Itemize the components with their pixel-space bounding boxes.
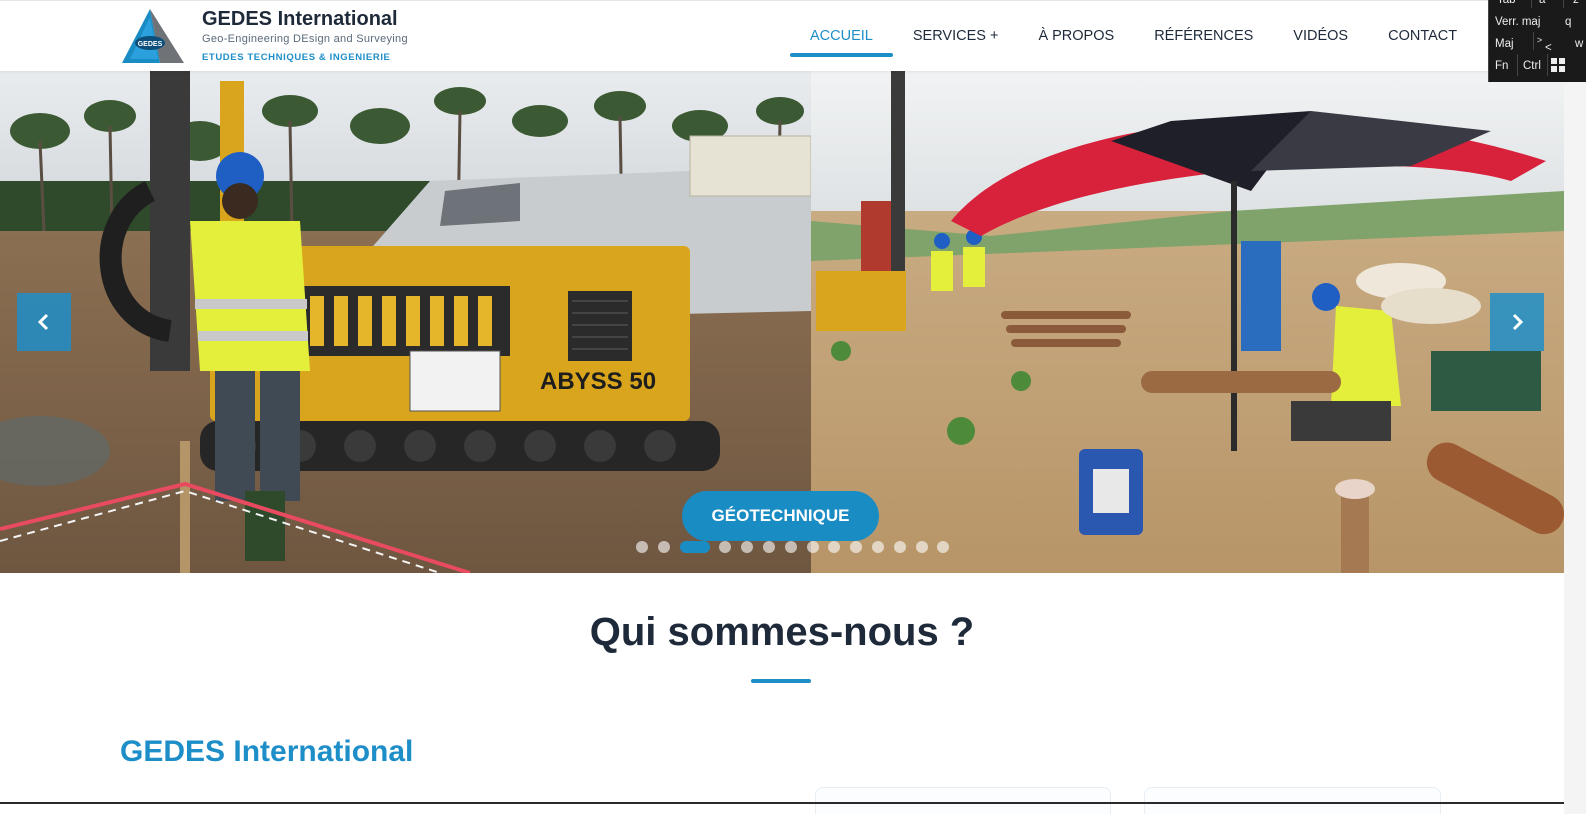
nav-item-services[interactable]: SERVICES + [893, 1, 1019, 72]
slide-photo-field-camp [811, 71, 1564, 573]
svg-text:GEDES: GEDES [138, 41, 163, 48]
key-z[interactable]: z [1573, 0, 1579, 10]
title-divider [751, 679, 811, 683]
slider-pagination [636, 541, 959, 553]
company-logo[interactable]: GEDES [120, 7, 186, 65]
key-less[interactable]: < [1545, 38, 1552, 58]
slider-dot[interactable] [719, 541, 732, 553]
key-a[interactable]: a [1539, 0, 1545, 10]
slider-dot[interactable] [636, 541, 648, 553]
slider-dot[interactable] [657, 541, 670, 553]
machine-label: ABYSS 50 [540, 368, 656, 395]
slider-dot[interactable] [741, 541, 754, 553]
info-card [1144, 787, 1441, 814]
company-heading: GEDES International [120, 735, 414, 768]
brand-subtitle: Geo-Engineering DEsign and Surveying [202, 33, 408, 45]
hero-slider: ABYSS 50 GÉOTECHNIQUE [0, 71, 1564, 573]
nav-item-videos[interactable]: VIDÉOS [1273, 1, 1368, 72]
main-nav: ACCUEIL SERVICES + À PROPOS RÉFÉRENCES V… [790, 1, 1477, 72]
brand-title: GEDES International [202, 8, 398, 30]
slider-dot[interactable] [915, 541, 928, 553]
slider-next-button[interactable] [1490, 293, 1544, 351]
key-shift[interactable]: Maj [1495, 34, 1514, 54]
page: GEDES GEDES International Geo-Engineerin… [0, 0, 1586, 814]
slider-dot[interactable] [871, 541, 884, 553]
nav-item-references[interactable]: RÉFÉRENCES [1134, 1, 1273, 72]
slider-dot[interactable] [937, 541, 950, 553]
nav-item-contact[interactable]: CONTACT [1368, 1, 1477, 72]
slider-dot[interactable] [893, 541, 906, 553]
key-tab[interactable]: Tab [1497, 0, 1516, 10]
key-greater[interactable]: > [1537, 30, 1542, 50]
chevron-left-icon [34, 312, 54, 332]
key-ctrl[interactable]: Ctrl [1523, 56, 1541, 76]
site-header: GEDES GEDES International Geo-Engineerin… [0, 0, 1586, 71]
slider-dot[interactable] [762, 541, 775, 553]
slider-dot[interactable] [784, 541, 797, 553]
key-q[interactable]: q [1565, 12, 1571, 32]
info-card [815, 787, 1111, 814]
key-w[interactable]: w [1575, 34, 1583, 54]
slider-dot[interactable] [679, 541, 710, 553]
brand-tagline: ETUDES TECHNIQUES & INGENIERIE [202, 52, 391, 63]
key-fn[interactable]: Fn [1495, 56, 1508, 76]
section-title: Qui sommes-nous ? [589, 610, 975, 654]
slider-prev-button[interactable] [17, 293, 71, 351]
chevron-right-icon [1507, 312, 1527, 332]
scrollbar[interactable] [1564, 71, 1586, 814]
windows-icon[interactable] [1551, 58, 1565, 78]
on-screen-keyboard: Tab a z Verr. maj q Maj > < w Fn Ctrl [1488, 0, 1586, 82]
slider-dot[interactable] [850, 541, 863, 553]
nav-item-a-propos[interactable]: À PROPOS [1018, 1, 1134, 72]
slider-dot[interactable] [828, 541, 841, 553]
key-caps-lock[interactable]: Verr. maj [1495, 12, 1540, 32]
slider-dot[interactable] [806, 541, 819, 553]
slide-caption[interactable]: GÉOTECHNIQUE [682, 491, 879, 541]
window-bottom-edge [0, 802, 1564, 804]
nav-item-accueil[interactable]: ACCUEIL [790, 1, 893, 72]
